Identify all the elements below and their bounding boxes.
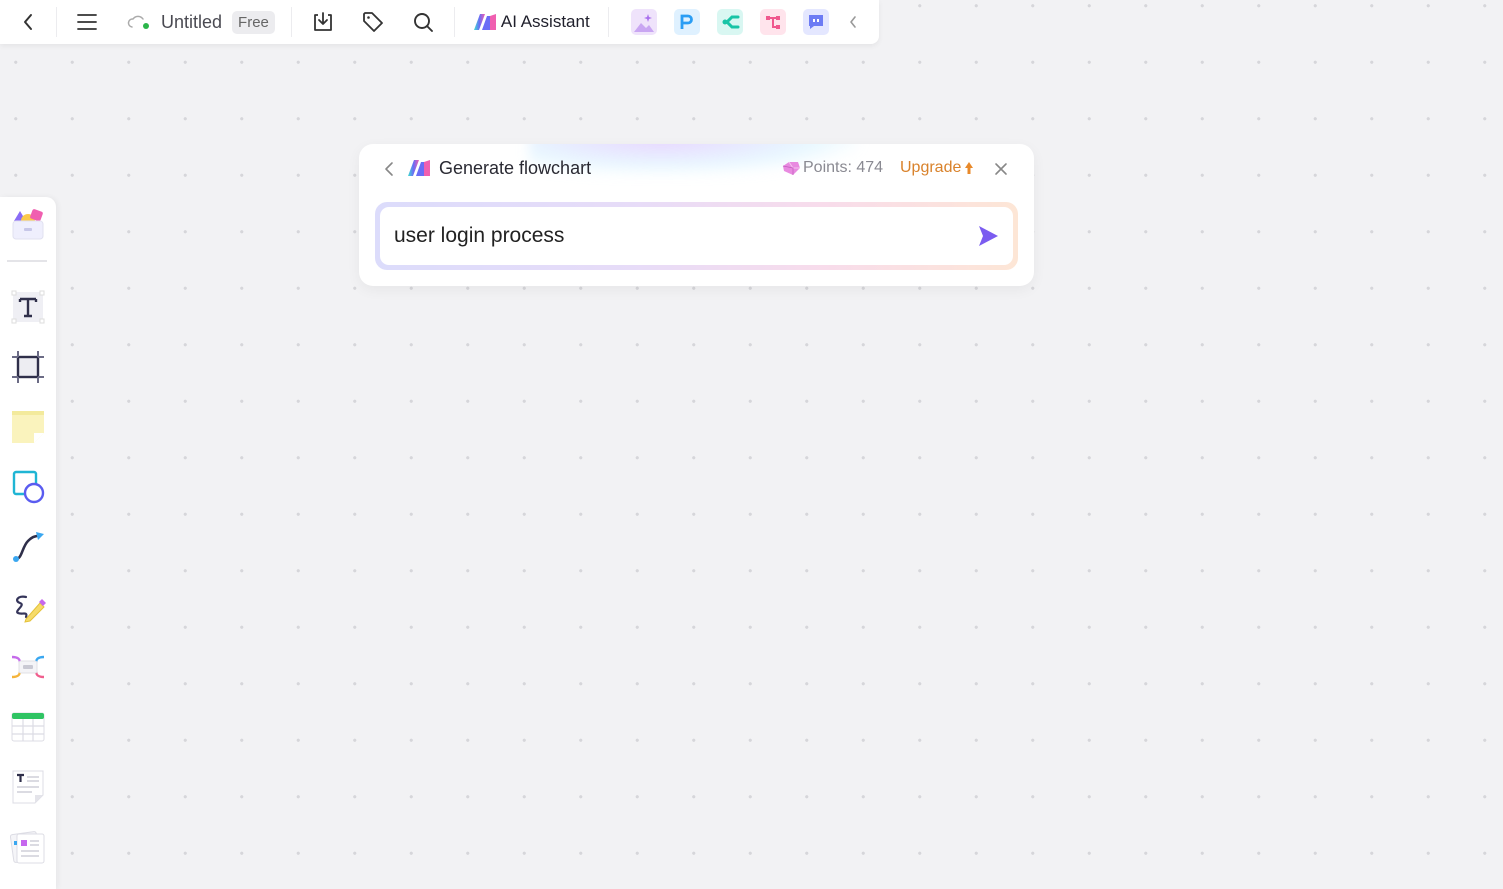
pen-icon (16, 595, 46, 623)
toolbar-divider (7, 260, 47, 262)
tool-cards[interactable] (8, 827, 48, 867)
ai-flowchart-icon (765, 16, 780, 29)
download-icon (313, 12, 332, 31)
tool-shapes[interactable] (8, 467, 48, 507)
document-title[interactable]: Untitled (161, 12, 222, 33)
chevron-left-icon (24, 14, 32, 30)
prompt-input-frame (375, 202, 1018, 270)
connector-icon (13, 532, 44, 562)
arrow-up-icon (965, 162, 974, 174)
ai-chat-button[interactable] (802, 9, 829, 35)
top-toolbar: Untitled Free AI Assistant (0, 0, 879, 44)
tool-connector[interactable] (8, 527, 48, 567)
ai-logo-icon (473, 14, 496, 30)
chevron-left-icon (849, 16, 856, 28)
tool-pen[interactable] (8, 587, 48, 627)
plan-badge: Free (232, 10, 275, 34)
cloud-sync-icon (127, 15, 149, 29)
send-button[interactable] (975, 223, 1001, 249)
tool-templates[interactable] (8, 205, 48, 245)
document-title-area: Untitled Free (117, 10, 291, 34)
text-tool-icon (11, 290, 45, 324)
mindmap-icon (11, 655, 45, 679)
back-button[interactable] (0, 0, 56, 44)
templates-icon (12, 209, 44, 240)
ai-image-icon (633, 14, 654, 32)
cards-icon (10, 831, 45, 864)
table-icon (11, 712, 45, 742)
upgrade-link[interactable]: Upgrade (900, 159, 974, 177)
dialog-close-button[interactable] (991, 158, 1011, 180)
collapse-apps-button[interactable] (833, 0, 873, 44)
ai-assistant-label: AI Assistant (500, 12, 590, 31)
ai-logo-icon (408, 160, 430, 176)
tool-sticky-note[interactable] (8, 407, 48, 447)
ai-presentation-button[interactable] (673, 9, 700, 35)
document-icon (12, 770, 44, 804)
send-icon (979, 226, 998, 246)
ai-presentation-icon (680, 14, 693, 29)
search-button[interactable] (398, 0, 448, 44)
tool-text[interactable] (8, 287, 48, 327)
divider (290, 7, 292, 37)
tool-text-document[interactable] (8, 767, 48, 807)
ai-mindmap-button[interactable] (716, 9, 743, 35)
points-label: Points: 474 (803, 159, 884, 176)
shapes-icon (12, 470, 45, 504)
ai-image-button[interactable] (630, 9, 657, 35)
left-toolbar (0, 197, 56, 889)
dialog-back-button[interactable] (379, 158, 399, 180)
menu-button[interactable] (57, 0, 117, 44)
ai-chat-icon (808, 15, 823, 29)
prompt-input-box (380, 207, 1013, 265)
ai-apps-group (609, 9, 829, 35)
sticky-note-icon (12, 411, 44, 443)
search-icon (413, 13, 433, 32)
tool-frame[interactable] (8, 347, 48, 387)
tool-table[interactable] (8, 707, 48, 747)
dialog-header: Generate flowchart Points: 474 Upgrade (359, 144, 1034, 194)
ai-assistant-button[interactable]: AI Assistant (455, 0, 608, 44)
close-icon (995, 163, 1007, 175)
dialog-title: Generate flowchart (439, 158, 592, 178)
upgrade-label: Upgrade (900, 159, 962, 176)
gem-icon (782, 161, 800, 175)
export-button[interactable] (298, 0, 348, 44)
prompt-input[interactable] (394, 224, 954, 248)
hamburger-menu-icon (77, 14, 97, 30)
generate-flowchart-dialog: Generate flowchart Points: 474 Upgrade (359, 144, 1034, 286)
tag-icon (362, 12, 383, 32)
tool-mindmap[interactable] (8, 647, 48, 687)
tag-button[interactable] (348, 0, 398, 44)
ai-flowchart-button[interactable] (759, 9, 786, 35)
ai-mindmap-icon (722, 15, 740, 29)
frame-icon (12, 351, 44, 383)
points-display: Points: 474 (781, 159, 883, 177)
chevron-left-icon (385, 162, 393, 176)
